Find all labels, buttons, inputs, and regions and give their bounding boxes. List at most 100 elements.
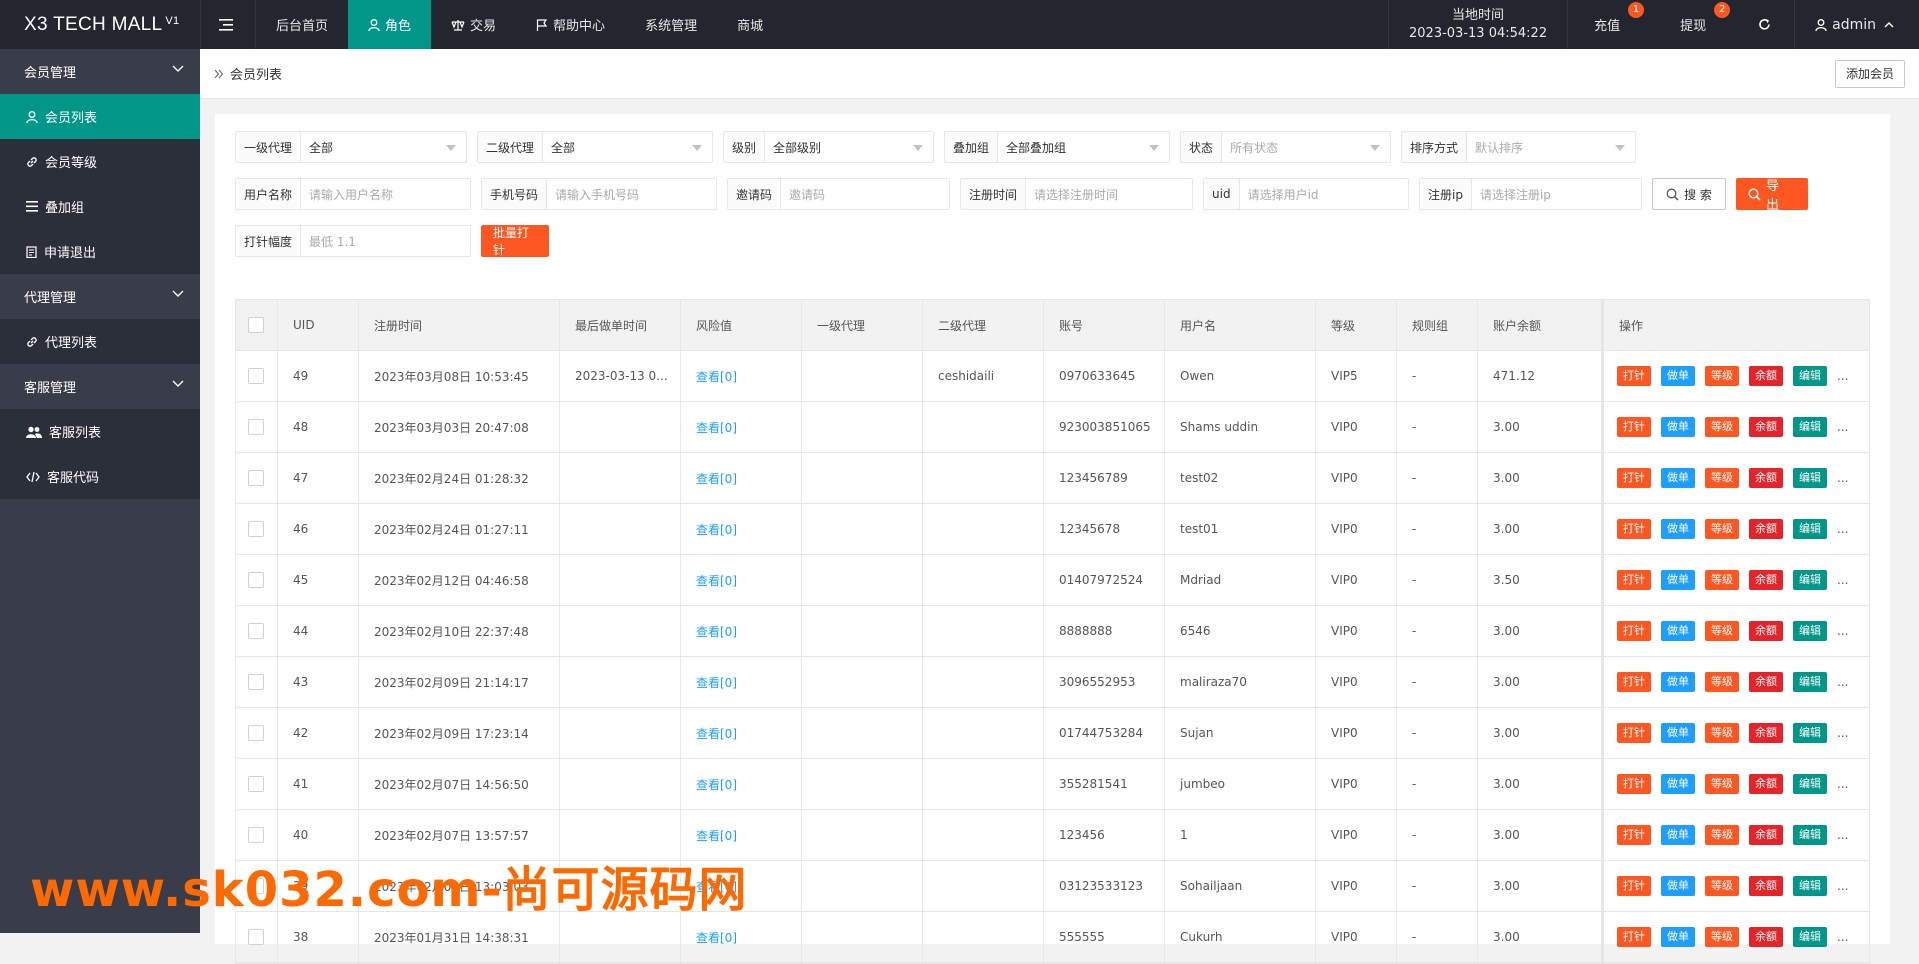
edit-button[interactable]: 编辑 <box>1793 570 1827 590</box>
risk-view-link[interactable]: 查看[0] <box>696 674 737 691</box>
header-cell[interactable]: 规则组 <box>1397 300 1478 350</box>
row-checkbox[interactable] <box>248 776 264 792</box>
topnav-mall[interactable]: 商城 <box>717 0 783 49</box>
order-button[interactable]: 做单 <box>1661 417 1695 437</box>
level-button[interactable]: 等级 <box>1705 621 1739 641</box>
edit-button[interactable]: 编辑 <box>1793 876 1827 896</box>
row-checkbox[interactable] <box>248 368 264 384</box>
balance-button[interactable]: 余额 <box>1749 774 1783 794</box>
level-button[interactable]: 等级 <box>1705 672 1739 692</box>
stack-group-select[interactable]: 叠加组 全部叠加组 <box>944 131 1170 163</box>
punch-button[interactable]: 打针 <box>1617 774 1651 794</box>
more-actions-button[interactable]: ... <box>1837 522 1848 536</box>
punch-button[interactable]: 打针 <box>1617 621 1651 641</box>
sidebar-item-service-list[interactable]: 客服列表 <box>0 409 200 454</box>
row-checkbox[interactable] <box>248 572 264 588</box>
more-actions-button[interactable]: ... <box>1837 726 1848 740</box>
edit-button[interactable]: 编辑 <box>1793 366 1827 386</box>
header-cell[interactable]: 一级代理 <box>802 300 923 350</box>
risk-view-link[interactable]: 查看[0] <box>696 470 737 487</box>
risk-view-link[interactable]: 查看[0] <box>696 521 737 538</box>
order-button[interactable]: 做单 <box>1661 366 1695 386</box>
more-actions-button[interactable]: ... <box>1837 879 1848 893</box>
sidebar-group-agent[interactable]: 代理管理 <box>0 274 200 319</box>
row-checkbox[interactable] <box>248 419 264 435</box>
punch-button[interactable]: 打针 <box>1617 417 1651 437</box>
punch-button[interactable]: 打针 <box>1617 366 1651 386</box>
export-button[interactable]: 导 出 <box>1736 178 1808 213</box>
phone-field[interactable]: 手机号码 请输入手机号码 <box>481 178 717 210</box>
level-button[interactable]: 等级 <box>1705 519 1739 539</box>
sidebar-item-stack-group[interactable]: 叠加组 <box>0 184 200 229</box>
header-cell[interactable]: 风险值 <box>681 300 802 350</box>
punch-amplitude-field[interactable]: 打针幅度 最低 1.1 <box>235 225 471 257</box>
balance-button[interactable]: 余额 <box>1749 468 1783 488</box>
row-checkbox[interactable] <box>248 521 264 537</box>
sidebar-item-apply-exit[interactable]: 申请退出 <box>0 229 200 274</box>
level-button[interactable]: 等级 <box>1705 927 1739 947</box>
edit-button[interactable]: 编辑 <box>1793 927 1827 947</box>
more-actions-button[interactable]: ... <box>1837 930 1848 944</box>
header-cell[interactable]: 二级代理 <box>923 300 1044 350</box>
topnav-trade[interactable]: 交易 <box>431 0 516 49</box>
level-button[interactable]: 等级 <box>1705 876 1739 896</box>
balance-button[interactable]: 余额 <box>1749 519 1783 539</box>
balance-button[interactable]: 余额 <box>1749 621 1783 641</box>
sidebar-item-agent-list[interactable]: 代理列表 <box>0 319 200 364</box>
sidebar-item-service-code[interactable]: 客服代码 <box>0 454 200 499</box>
order-button[interactable]: 做单 <box>1661 672 1695 692</box>
row-checkbox[interactable] <box>248 674 264 690</box>
balance-button[interactable]: 余额 <box>1749 672 1783 692</box>
level-button[interactable]: 等级 <box>1705 570 1739 590</box>
edit-button[interactable]: 编辑 <box>1793 723 1827 743</box>
punch-button[interactable]: 打针 <box>1617 570 1651 590</box>
menu-toggle-button[interactable] <box>200 0 256 49</box>
header-cell[interactable]: 注册时间 <box>359 300 560 350</box>
balance-button[interactable]: 余额 <box>1749 366 1783 386</box>
risk-view-link[interactable]: 查看[0] <box>696 827 737 844</box>
level-button[interactable]: 等级 <box>1705 366 1739 386</box>
topnav-system[interactable]: 系统管理 <box>625 0 717 49</box>
register-time-field[interactable]: 注册时间 请选择注册时间 <box>960 178 1193 210</box>
order-button[interactable]: 做单 <box>1661 825 1695 845</box>
punch-button[interactable]: 打针 <box>1617 519 1651 539</box>
user-menu[interactable]: admin <box>1794 0 1919 49</box>
order-button[interactable]: 做单 <box>1661 723 1695 743</box>
withdraw-button[interactable]: 提现 2 <box>1654 0 1740 49</box>
edit-button[interactable]: 编辑 <box>1793 417 1827 437</box>
punch-button[interactable]: 打针 <box>1617 723 1651 743</box>
sidebar-item-member-list[interactable]: 会员列表 <box>0 94 200 139</box>
edit-button[interactable]: 编辑 <box>1793 468 1827 488</box>
refresh-button[interactable] <box>1740 0 1794 49</box>
level-select[interactable]: 级别 全部级别 <box>723 131 934 163</box>
edit-button[interactable]: 编辑 <box>1793 672 1827 692</box>
punch-button[interactable]: 打针 <box>1617 825 1651 845</box>
more-actions-button[interactable]: ... <box>1837 420 1848 434</box>
header-cell[interactable]: 账号 <box>1044 300 1165 350</box>
header-cell[interactable]: UID <box>278 300 359 350</box>
order-button[interactable]: 做单 <box>1661 927 1695 947</box>
risk-view-link[interactable]: 查看[0] <box>696 929 737 946</box>
sidebar-group-member[interactable]: 会员管理 <box>0 49 200 94</box>
order-button[interactable]: 做单 <box>1661 468 1695 488</box>
edit-button[interactable]: 编辑 <box>1793 519 1827 539</box>
topnav-home[interactable]: 后台首页 <box>256 0 348 49</box>
more-actions-button[interactable]: ... <box>1837 624 1848 638</box>
punch-button[interactable]: 打针 <box>1617 927 1651 947</box>
recharge-button[interactable]: 充值 1 <box>1568 0 1654 49</box>
balance-button[interactable]: 余额 <box>1749 825 1783 845</box>
risk-view-link[interactable]: 查看[0] <box>696 419 737 436</box>
risk-view-link[interactable]: 查看[0] <box>696 776 737 793</box>
order-button[interactable]: 做单 <box>1661 519 1695 539</box>
uid-field[interactable]: uid 请选择用户id <box>1203 178 1409 210</box>
add-member-button[interactable]: 添加会员 <box>1834 60 1905 88</box>
order-button[interactable]: 做单 <box>1661 774 1695 794</box>
batch-punch-button[interactable]: 批量打针 <box>481 225 549 257</box>
status-select[interactable]: 状态 所有状态 <box>1180 131 1391 163</box>
order-button[interactable]: 做单 <box>1661 876 1695 896</box>
balance-button[interactable]: 余额 <box>1749 723 1783 743</box>
balance-button[interactable]: 余额 <box>1749 927 1783 947</box>
edit-button[interactable]: 编辑 <box>1793 774 1827 794</box>
risk-view-link[interactable]: 查看[0] <box>696 572 737 589</box>
register-ip-field[interactable]: 注册ip 请选择注册ip <box>1419 178 1642 210</box>
